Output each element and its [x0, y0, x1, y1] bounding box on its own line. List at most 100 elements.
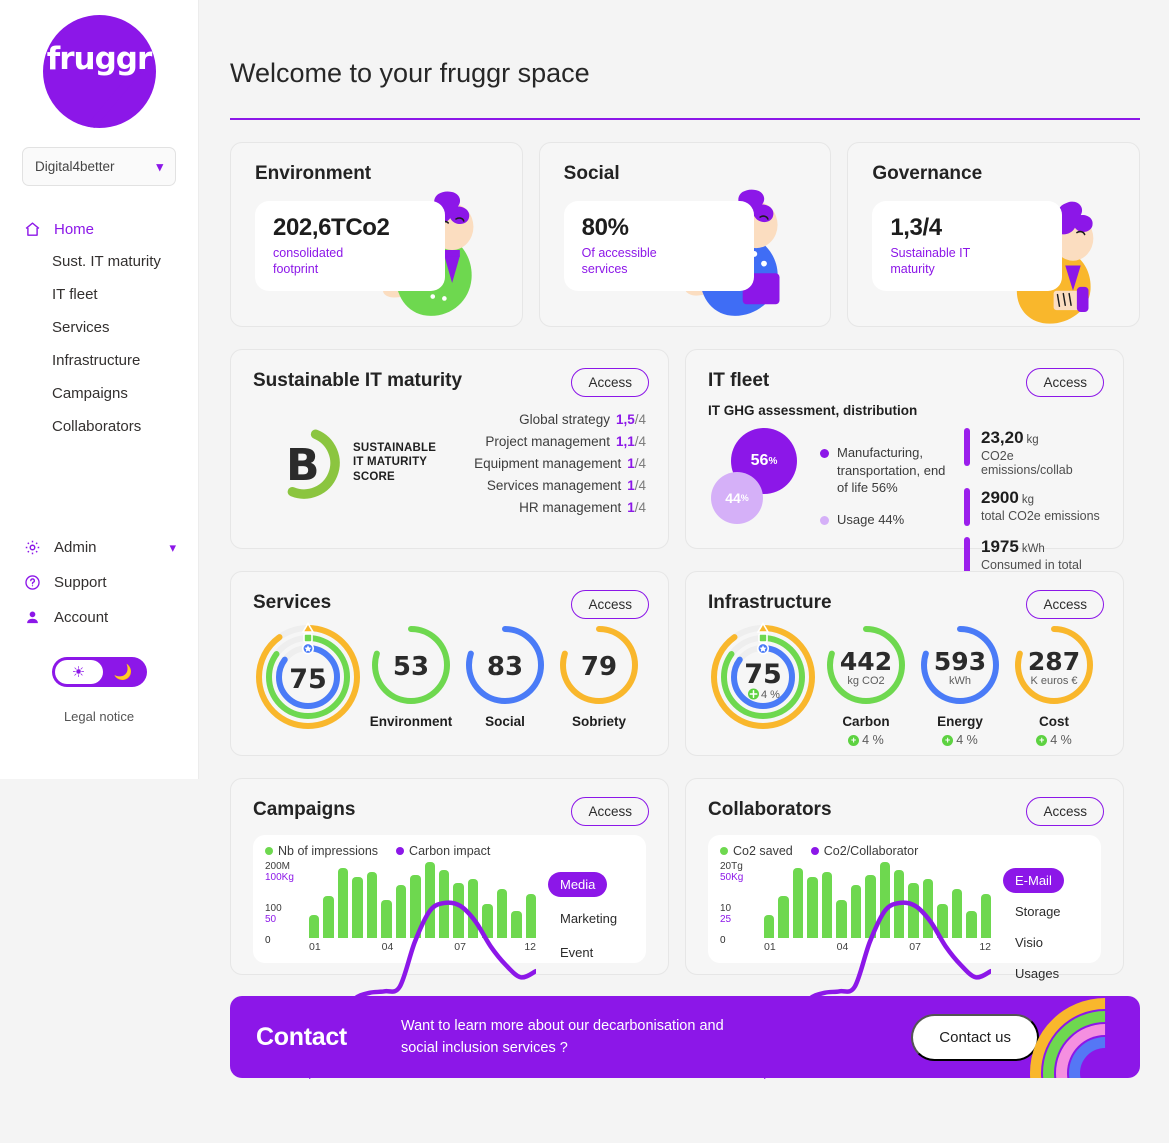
maturity-item: Project management 1,1/4 [443, 434, 646, 449]
bar [337, 867, 349, 938]
bar [496, 888, 508, 938]
sidebar-item-support[interactable]: Support [0, 565, 198, 600]
theme-toggle-knob: ☀ [54, 660, 103, 684]
logo-container: fruggr [0, 0, 198, 128]
maturity-item-list: Global strategy 1,5/4 Project management 1… [443, 410, 646, 515]
sidebar-item-infrastructure[interactable]: Infrastructure [0, 344, 198, 377]
maturity-item-max: /4 [634, 456, 646, 471]
fleet-body: 56% 44% Manufacturing, transportation, e… [708, 426, 1101, 575]
bar [908, 882, 919, 938]
metric-value: 202,6TCo2 [273, 214, 390, 241]
maturity-item-label: Project management [485, 434, 610, 449]
x-axis-labels: 01 04 07 12 [764, 941, 991, 955]
chart-legend: Nb of impressions Carbon impact [265, 844, 540, 858]
maturity-item-value: 1 [627, 478, 635, 493]
bubble-value: 56 [750, 452, 769, 469]
org-selector-value: Digital4better [35, 159, 115, 174]
score-label-line1: SUSTAINABLE [353, 441, 437, 454]
legal-notice-link[interactable]: Legal notice [0, 709, 198, 724]
gauge-sobriety: 79 Sobriety [552, 622, 646, 729]
y-tick-zero: 0 [265, 935, 271, 946]
sidebar-bottom-nav: Admin ▾ Support Account ☀ 🌙 Legal notice [0, 530, 198, 724]
access-button-collaborators[interactable]: Access [1026, 797, 1104, 826]
gauge-value: 442 [840, 647, 892, 676]
sidebar-item-sust-it-maturity[interactable]: Sust. IT maturity [0, 245, 198, 278]
y-axis-labels: 20Tg 50Kg 10 25 0 [720, 860, 762, 957]
access-button-infrastructure[interactable]: Access [1026, 590, 1104, 619]
access-button-services[interactable]: Access [571, 590, 649, 619]
y-axis-labels: 200M 100Kg 100 50 0 [265, 860, 307, 957]
sidebar-item-account[interactable]: Account [0, 600, 198, 635]
stat-note: total CO2e emissions [981, 509, 1100, 523]
maturity-item-max: /4 [634, 434, 646, 449]
maturity-item-label: HR management [519, 500, 622, 515]
access-button-campaigns[interactable]: Access [571, 797, 649, 826]
stat-item: 2900 kg total CO2e emissions [964, 488, 1101, 526]
bar [865, 875, 876, 938]
bar [980, 894, 991, 938]
home-icon [22, 221, 42, 238]
multi-ring-gauge-icon: 75 [256, 622, 361, 729]
bar [836, 900, 847, 938]
sidebar-item-campaigns[interactable]: Campaigns [0, 377, 198, 410]
gauge-value: 593 [934, 647, 986, 676]
plus-circle-icon: + [1036, 734, 1048, 746]
theme-toggle[interactable]: ☀ 🌙 [51, 657, 147, 687]
campaigns-tabs: Media Marketing Event [540, 844, 636, 960]
sidebar-item-home[interactable]: Home [0, 214, 198, 245]
stat-note: Consumed in total [981, 558, 1082, 572]
sidebar-item-label: Admin [54, 539, 97, 556]
y-tick-mid: 10 25 [720, 903, 732, 925]
tab-visio[interactable]: Visio [1003, 930, 1055, 955]
gauge-overall-infrastructure: 75 4 % [708, 622, 819, 732]
esg-card-row: Environment 202,6TCo2 consolidated footp… [230, 142, 1141, 327]
tab-marketing[interactable]: Marketing [548, 906, 629, 931]
contact-title: Contact [256, 1022, 347, 1051]
stat-accent-bar [964, 537, 970, 575]
user-icon [22, 609, 42, 626]
contact-us-button[interactable]: Contact us [911, 1013, 1039, 1061]
tab-usages[interactable]: Usages [1003, 961, 1071, 986]
bar [424, 862, 435, 938]
score-label-line3: SCORE [353, 470, 395, 483]
bar [821, 871, 833, 938]
access-button-maturity[interactable]: Access [571, 368, 649, 397]
legend-label: Co2 saved [733, 844, 793, 858]
gauge-center-value: 75 [290, 664, 328, 695]
ghg-legend: Manufacturing, transportation, end of li… [820, 426, 950, 575]
x-tick: 07 [454, 941, 466, 953]
legend-label: Usage 44% [837, 511, 905, 527]
tab-event[interactable]: Event [548, 940, 605, 965]
sun-icon: ☀ [71, 663, 86, 681]
tab-email[interactable]: E-Mail [1003, 868, 1064, 893]
org-selector[interactable]: Digital4better ▾ [22, 147, 176, 186]
sidebar-item-it-fleet[interactable]: IT fleet [0, 278, 198, 311]
tab-storage[interactable]: Storage [1003, 899, 1073, 924]
sidebar-item-collaborators[interactable]: Collaborators [0, 410, 198, 443]
sidebar-item-label: Home [54, 221, 95, 238]
contact-banner: Contact Want to learn more about our dec… [230, 996, 1140, 1078]
bubble-unit: % [740, 493, 749, 503]
sidebar-item-admin[interactable]: Admin ▾ [0, 530, 198, 565]
stat-accent-bar [964, 428, 970, 466]
sidebar-item-services[interactable]: Services [0, 311, 198, 344]
metric-sublabel-line1: Sustainable IT [890, 246, 971, 260]
contact-text-line1: Want to learn more about our decarbonisa… [400, 1017, 724, 1034]
score-grade-icon: B [286, 429, 340, 499]
gauge-cost: 287 K euros € Cost + 4 % [1007, 622, 1101, 747]
x-axis-labels: 01 04 07 12 [309, 941, 536, 955]
moon-icon: 🌙 [113, 663, 133, 681]
maturity-item: HR management 1/4 [443, 500, 646, 515]
app-root: fruggr Digital4better ▾ Home Sust. IT ma… [0, 0, 1169, 1143]
access-button-fleet[interactable]: Access [1026, 368, 1104, 397]
infrastructure-gauges: 75 4 % 442 kg CO2 Carbon + 4 % 593 kWh E… [708, 622, 1101, 747]
card-services: Services Access 75 53 Environment 83 Soc… [230, 571, 669, 756]
gauge-delta-row: + 4 % [942, 733, 978, 747]
metric-sublabel: consolidated footprint [273, 246, 427, 277]
legend-item: Manufacturing, transportation, end of li… [820, 444, 950, 497]
chevron-down-icon: ▾ [156, 158, 163, 174]
tab-media[interactable]: Media [548, 872, 608, 897]
metric-sublabel-line2: services [581, 261, 628, 276]
legend-item: Usage 44% [820, 511, 950, 529]
x-tick: 01 [764, 941, 776, 953]
